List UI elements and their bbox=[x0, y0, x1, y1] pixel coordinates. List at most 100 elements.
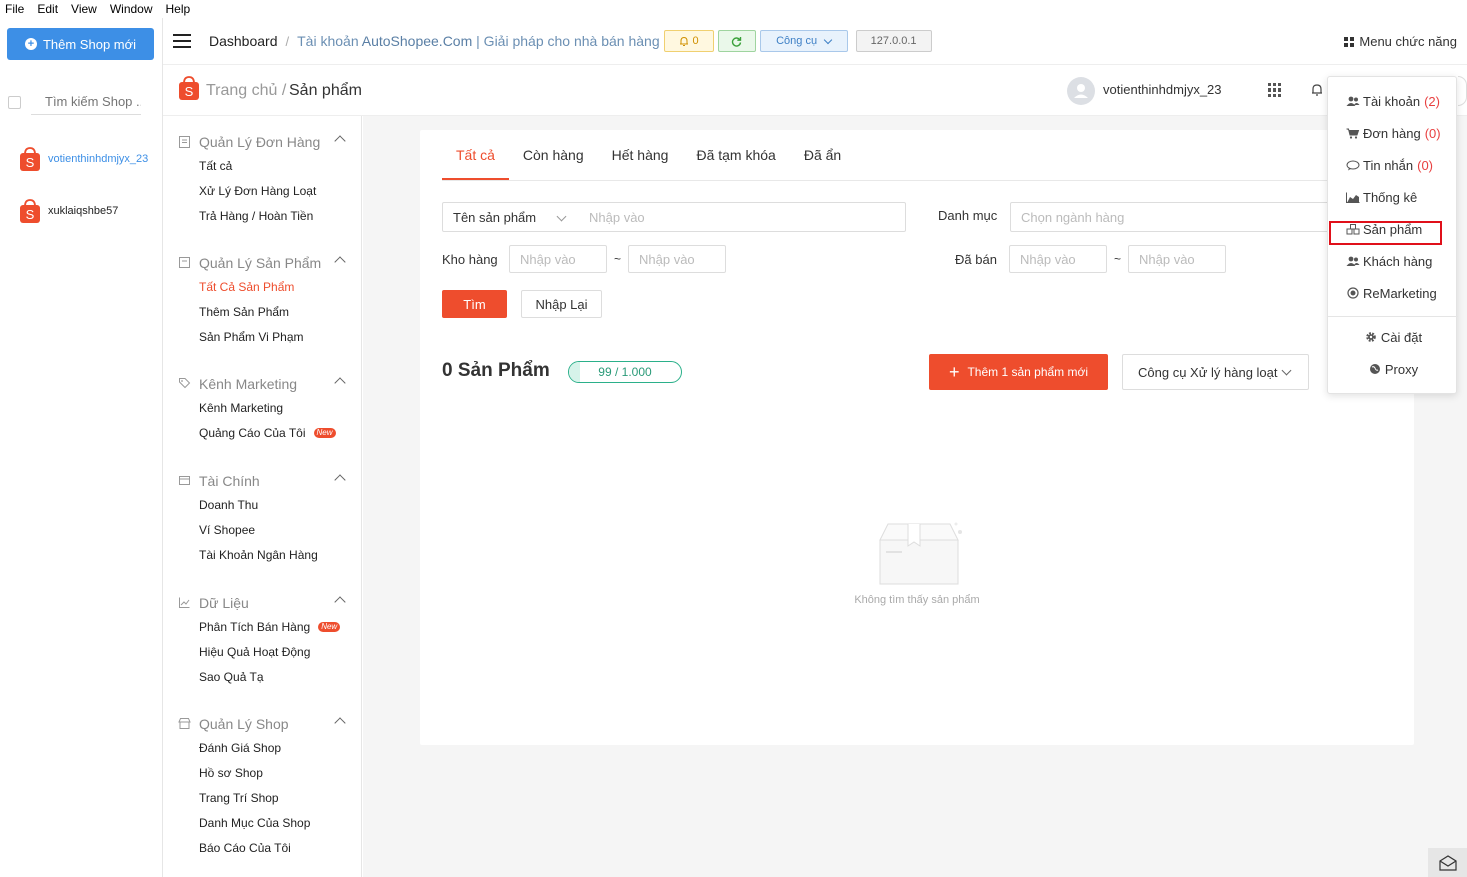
breadcrumb-dashboard[interactable]: Dashboard bbox=[209, 33, 278, 49]
username[interactable]: votienthinhdmjyx_23 bbox=[1103, 82, 1222, 97]
stock-max-input[interactable]: Nhập vào bbox=[628, 245, 726, 273]
add-shop-label: Thêm Shop mới bbox=[42, 36, 137, 52]
bell-icon bbox=[679, 36, 688, 46]
nav-item[interactable]: Kênh Marketing bbox=[164, 395, 362, 420]
name-search-input[interactable]: Nhập vào bbox=[577, 210, 645, 225]
fn-item-accounts[interactable]: Tài khoản (2) bbox=[1328, 89, 1458, 113]
reset-button[interactable]: Nhập Lại bbox=[521, 290, 602, 318]
nav-item[interactable]: Doanh Thu bbox=[164, 492, 362, 517]
nav-item[interactable]: Quảng Cáo Của Tôi New bbox=[164, 420, 362, 445]
shop-item[interactable]: S votienthinhdmjyx_23 bbox=[18, 146, 148, 172]
new-badge: New bbox=[318, 621, 341, 632]
box-icon bbox=[179, 257, 190, 268]
breadcrumb-home[interactable]: Trang chủ / bbox=[206, 82, 286, 100]
menu-window[interactable]: Window bbox=[110, 2, 153, 16]
notification-chip[interactable]: 0 bbox=[663, 30, 714, 52]
nav-item[interactable]: Xử Lý Đơn Hàng Loạt bbox=[164, 178, 362, 203]
tab-hidden[interactable]: Đã ẩn bbox=[790, 130, 855, 180]
fn-item-statistics[interactable]: Thống kê bbox=[1328, 185, 1458, 209]
nav-item[interactable]: Danh Mục Của Shop bbox=[164, 810, 362, 835]
nav-item[interactable]: Hiệu Quả Hoạt Động bbox=[164, 639, 362, 664]
category-select[interactable]: Chọn ngành hàng bbox=[1010, 202, 1330, 232]
nav-item-all-products[interactable]: Tất Cả Sản Phẩm bbox=[164, 274, 362, 299]
search-type-select[interactable]: Tên sản phẩm bbox=[443, 203, 577, 231]
nav-item[interactable]: Sao Quả Tạ bbox=[164, 664, 362, 689]
fn-item-settings[interactable]: Cài đặt bbox=[1328, 325, 1458, 349]
sold-max-input[interactable]: Nhập vào bbox=[1128, 245, 1226, 273]
bell-icon[interactable] bbox=[1310, 82, 1324, 98]
sold-min-input[interactable]: Nhập vào bbox=[1009, 245, 1107, 273]
app-menubar: File Edit View Window Help bbox=[0, 0, 1467, 18]
sold-label: Đã bán bbox=[955, 252, 997, 267]
nav-item[interactable]: Trả Hàng / Hoàn Tiền bbox=[164, 203, 362, 228]
nav-section-title[interactable]: Dữ Liệu bbox=[164, 592, 362, 614]
search-button[interactable]: Tìm bbox=[442, 290, 507, 318]
products-card: Tất cả Còn hàng Hết hàng Đã tạm khóa Đã … bbox=[420, 130, 1414, 745]
range-separator: ~ bbox=[1114, 252, 1122, 266]
nav-item[interactable]: Đánh Giá Shop bbox=[164, 735, 362, 760]
panel-edge bbox=[1458, 76, 1467, 106]
nav-section-marketing: Kênh Marketing Kênh Marketing Quảng Cáo … bbox=[164, 373, 362, 445]
avatar[interactable] bbox=[1067, 77, 1095, 105]
fn-item-messages[interactable]: Tin nhắn (0) bbox=[1328, 153, 1458, 177]
nav-item[interactable]: Hồ sơ Shop bbox=[164, 760, 362, 785]
chevron-up-icon[interactable] bbox=[334, 474, 346, 486]
chevron-down-icon bbox=[1281, 365, 1292, 376]
shopee-logo-icon[interactable]: S bbox=[177, 75, 201, 101]
tab-out-of-stock[interactable]: Hết hàng bbox=[598, 130, 683, 180]
nav-section-title[interactable]: Quản Lý Sản Phẩm bbox=[164, 252, 362, 274]
chart-icon bbox=[1346, 191, 1360, 203]
shop-search-input[interactable] bbox=[31, 89, 141, 115]
nav-item[interactable]: Báo Cáo Của Tôi bbox=[164, 835, 362, 860]
tab-locked[interactable]: Đã tạm khóa bbox=[682, 130, 789, 180]
nav-section-title[interactable]: Kênh Marketing bbox=[164, 373, 362, 395]
empty-state-text: Không tìm thấy sản phẩm bbox=[854, 594, 980, 606]
fn-item-customers[interactable]: Khách hàng bbox=[1328, 249, 1458, 273]
menu-view[interactable]: View bbox=[71, 2, 97, 16]
ip-badge: 127.0.0.1 bbox=[855, 30, 932, 52]
fn-item-orders[interactable]: Đơn hàng (0) bbox=[1328, 121, 1458, 145]
tools-dropdown[interactable]: Công cụ bbox=[759, 30, 848, 52]
fn-item-remarketing[interactable]: ReMarketing bbox=[1328, 281, 1458, 305]
add-shop-button[interactable]: + Thêm Shop mới bbox=[7, 28, 154, 60]
chevron-up-icon[interactable] bbox=[334, 135, 346, 147]
hamburger-icon[interactable] bbox=[173, 34, 191, 48]
plus-icon: + bbox=[948, 362, 960, 382]
refresh-button[interactable] bbox=[717, 30, 756, 52]
nav-item[interactable]: Phân Tích Bán Hàng New bbox=[164, 614, 362, 639]
chevron-up-icon[interactable] bbox=[334, 377, 346, 389]
chevron-up-icon[interactable] bbox=[334, 256, 346, 268]
tab-all[interactable]: Tất cả bbox=[442, 130, 509, 180]
nav-section-title[interactable]: Quản Lý Đơn Hàng bbox=[164, 131, 362, 153]
nav-section-title[interactable]: Tài Chính bbox=[164, 470, 362, 492]
menu-divider bbox=[1328, 316, 1458, 317]
nav-item[interactable]: Trang Trí Shop bbox=[164, 785, 362, 810]
tab-in-stock[interactable]: Còn hàng bbox=[509, 130, 598, 180]
menu-edit[interactable]: Edit bbox=[37, 2, 58, 16]
chevron-up-icon[interactable] bbox=[334, 717, 346, 729]
apps-grid-icon[interactable] bbox=[1268, 83, 1282, 97]
shop-item[interactable]: S xuklaiqshbe57 bbox=[18, 198, 118, 224]
highlight-products-box bbox=[1329, 221, 1442, 245]
tag-icon bbox=[179, 378, 191, 389]
mail-button[interactable] bbox=[1428, 848, 1467, 877]
add-product-button[interactable]: + Thêm 1 sản phẩm mới bbox=[929, 354, 1108, 390]
menu-help[interactable]: Help bbox=[166, 2, 191, 16]
nav-item[interactable]: Tài Khoản Ngân Hàng bbox=[164, 542, 362, 567]
menu-file[interactable]: File bbox=[5, 2, 24, 16]
product-quota: 99 / 1.000 bbox=[568, 361, 682, 383]
mail-icon bbox=[1438, 854, 1457, 871]
tabs-divider bbox=[442, 180, 1414, 181]
menu-functions-button[interactable]: Menu chức năng bbox=[1344, 34, 1457, 49]
chevron-up-icon[interactable] bbox=[334, 596, 346, 608]
nav-item[interactable]: Thêm Sản Phẩm bbox=[164, 299, 362, 324]
select-all-checkbox[interactable] bbox=[8, 95, 21, 109]
nav-item[interactable]: Sản Phẩm Vi Phạm bbox=[164, 324, 362, 349]
svg-text:S: S bbox=[26, 207, 35, 222]
nav-item[interactable]: Tất cả bbox=[164, 153, 362, 178]
nav-section-title[interactable]: Quản Lý Shop bbox=[164, 713, 362, 735]
fn-item-proxy[interactable]: Proxy bbox=[1328, 357, 1458, 381]
nav-item[interactable]: Ví Shopee bbox=[164, 517, 362, 542]
stock-min-input[interactable]: Nhập vào bbox=[509, 245, 607, 273]
bulk-tools-dropdown[interactable]: Công cụ Xử lý hàng loạt bbox=[1122, 354, 1309, 390]
